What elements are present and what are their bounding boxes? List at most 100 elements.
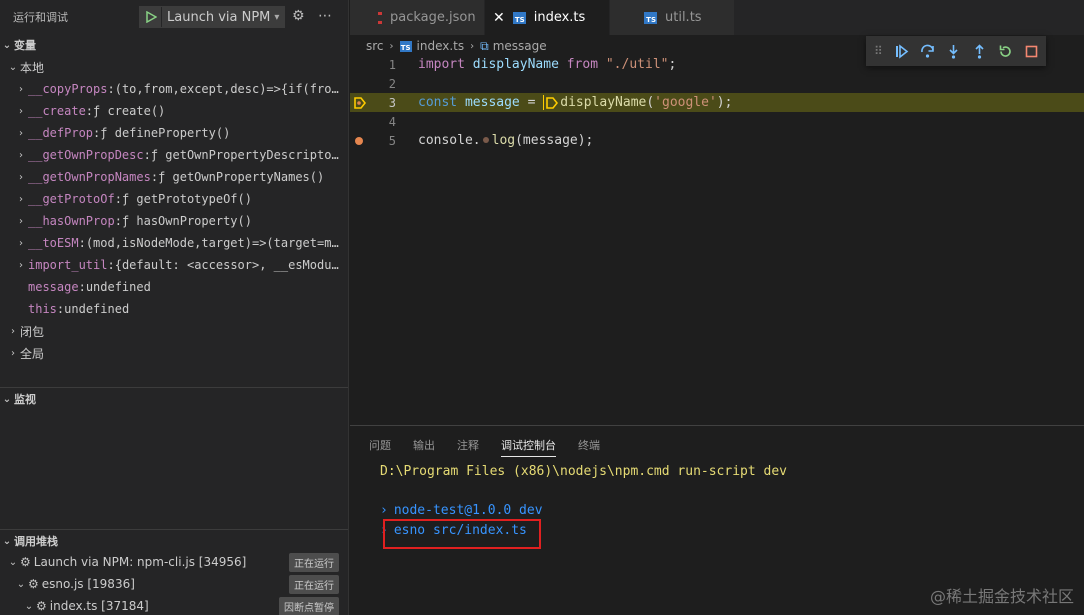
- tab-package-json[interactable]: package.json: [350, 0, 485, 35]
- variable-value: (mod,isNodeMode,target)=>(target=m…: [85, 236, 339, 250]
- current-execution-line[interactable]: 3 const message = displayName('google');: [350, 93, 1084, 112]
- gear-icon[interactable]: ⚙: [292, 8, 305, 24]
- identifier: displayName: [472, 57, 559, 72]
- chevron-right-icon: ›: [19, 215, 23, 227]
- variable-row[interactable]: › __toESM: (mod,isNodeMode,target)=>(targ…: [0, 232, 348, 254]
- line-number: 4: [388, 114, 396, 129]
- variable-name: __defProp: [28, 126, 94, 140]
- punctuation: (: [646, 95, 655, 110]
- launch-config-select[interactable]: Launch via NPM ▾: [139, 6, 285, 28]
- chevron-right-icon: ›: [19, 237, 23, 249]
- variable-row[interactable]: › __getProtoOf: ƒ getPrototypeOf(): [0, 188, 348, 210]
- chevron-down-icon: ⌄: [2, 393, 12, 405]
- tab-label: util.ts: [665, 10, 702, 25]
- variable-value: undefined: [85, 280, 151, 294]
- watch-title: 监视: [14, 393, 36, 406]
- watermark: @稀土掘金技术社区: [929, 587, 1074, 606]
- chevron-down-icon: ⌄: [24, 600, 34, 612]
- console-text: D:\Program Files (x86)\nodejs\npm.cmd ru…: [380, 464, 787, 480]
- console-line: › node-test@1.0.0 dev: [380, 501, 787, 521]
- separator: :: [143, 148, 151, 162]
- launch-config-label: Launch via NPM: [167, 9, 271, 25]
- variable-value: ƒ create(): [93, 104, 166, 118]
- keyword: import: [418, 57, 465, 72]
- breadcrumb-folder[interactable]: src: [366, 39, 384, 53]
- more-actions-icon[interactable]: ⋯: [318, 8, 332, 24]
- variable-name: __getOwnPropNames: [28, 170, 151, 184]
- string-literal: 'google': [654, 95, 717, 110]
- tab-comments[interactable]: 注释: [457, 433, 479, 457]
- breadcrumb-symbol[interactable]: message: [493, 39, 547, 53]
- code-line[interactable]: 2: [350, 74, 1084, 93]
- closure-scope-title: 闭包: [20, 324, 45, 339]
- tab-output[interactable]: 输出: [413, 433, 435, 457]
- separator: :: [78, 236, 86, 250]
- line-number: 5: [388, 133, 396, 148]
- variable-row[interactable]: message: undefined: [0, 276, 348, 298]
- identifier: console.: [418, 133, 481, 148]
- chevron-down-icon: ⌄: [2, 39, 12, 51]
- callstack-item[interactable]: ⌄ ⚙ esno.js [19836] 正在运行: [0, 573, 348, 595]
- watch-section-header[interactable]: ⌄ 监视: [0, 388, 348, 410]
- local-scope-header[interactable]: ⌄ 本地: [0, 56, 348, 78]
- variable-name: __getProtoOf: [28, 192, 115, 206]
- chevron-right-icon: ›: [19, 171, 23, 183]
- variable-value: ƒ getOwnPropertyNames(): [158, 170, 325, 184]
- variable-name: this: [28, 302, 57, 316]
- chevron-right-icon: ›: [19, 83, 23, 95]
- debug-session-icon: ⚙: [20, 555, 31, 569]
- tab-debug-console[interactable]: 调试控制台: [501, 433, 556, 457]
- variable-name: __toESM: [28, 236, 79, 250]
- chevron-down-icon: ⌄: [8, 61, 18, 73]
- variable-row[interactable]: › __create: ƒ create(): [0, 100, 348, 122]
- console-text: node-test@1.0.0 dev: [393, 503, 543, 519]
- chevron-right-icon: ›: [11, 347, 15, 359]
- variable-value: (to,from,except,desc)=>{if(fro…: [114, 82, 339, 96]
- close-icon[interactable]: ✕: [493, 10, 505, 26]
- tab-util-ts[interactable]: TS util.ts: [610, 0, 735, 35]
- variable-row[interactable]: › __getOwnPropNames: ƒ getOwnPropertyName…: [0, 166, 348, 188]
- code-line[interactable]: 4: [350, 112, 1084, 131]
- tab-terminal[interactable]: 终端: [578, 433, 600, 457]
- tab-problems[interactable]: 问题: [369, 433, 391, 457]
- callstack-section-header[interactable]: ⌄ 调用堆栈: [0, 530, 348, 552]
- variable-name: __create: [28, 104, 86, 118]
- code-text: const message = displayName('google');: [418, 95, 732, 110]
- start-debugging-icon[interactable]: [140, 7, 162, 27]
- panel-tabs: 问题 输出 注释 调试控制台 终端: [369, 433, 622, 457]
- code-text: import displayName from "./util";: [418, 57, 676, 72]
- keyword: from: [566, 57, 599, 72]
- global-scope-header[interactable]: › 全局: [0, 342, 348, 364]
- function-name: log: [491, 133, 516, 148]
- global-scope-title: 全局: [20, 346, 45, 361]
- status-badge: 正在运行: [289, 574, 339, 594]
- code-line[interactable]: 1 import displayName from "./util";: [350, 55, 1084, 74]
- local-scope-title: 本地: [20, 60, 45, 75]
- tab-label: index.ts: [533, 10, 586, 25]
- tab-index-ts[interactable]: ✕ TS index.ts: [485, 0, 610, 35]
- callstack-item[interactable]: ⌄ ⚙ index.ts [37184] 因断点暂停: [0, 595, 348, 615]
- variables-section-header[interactable]: ⌄ 变量: [0, 34, 348, 56]
- code-editor[interactable]: 1 import displayName from "./util"; 2 3 …: [350, 55, 1084, 150]
- variable-row[interactable]: › __copyProps: (to,from,except,desc)=>{if…: [0, 78, 348, 100]
- variable-value: {default: <accessor>, __esModu…: [114, 258, 339, 272]
- variable-row[interactable]: › __getOwnPropDesc: ƒ getOwnPropertyDescr…: [0, 144, 348, 166]
- variable-row[interactable]: › __defProp: ƒ defineProperty(): [0, 122, 348, 144]
- chevron-right-icon: ›: [19, 193, 23, 205]
- variable-name: message: [28, 280, 79, 294]
- code-line[interactable]: 5 console. log(message);: [350, 131, 1084, 150]
- variable-symbol-icon: ⧉: [480, 38, 489, 53]
- line-number: 3: [388, 95, 396, 110]
- status-badge: 因断点暂停: [279, 596, 339, 615]
- variable-value: undefined: [64, 302, 130, 316]
- closure-scope-header[interactable]: › 闭包: [0, 320, 348, 342]
- chevron-down-icon: ▾: [274, 11, 280, 23]
- typescript-file-icon: TS: [644, 11, 657, 24]
- variable-row[interactable]: this: undefined: [0, 298, 348, 320]
- chevron-right-icon: ›: [389, 40, 394, 52]
- inline-breakpoint-icon[interactable]: [482, 137, 489, 143]
- variable-row[interactable]: › __hasOwnProp: ƒ hasOwnProperty(): [0, 210, 348, 232]
- breadcrumb-file[interactable]: index.ts: [417, 39, 465, 53]
- variable-row[interactable]: › import_util: {default: <accessor>, __es…: [0, 254, 348, 276]
- callstack-item[interactable]: ⌄ ⚙ Launch via NPM: npm-cli.js [34956] 正…: [0, 551, 348, 573]
